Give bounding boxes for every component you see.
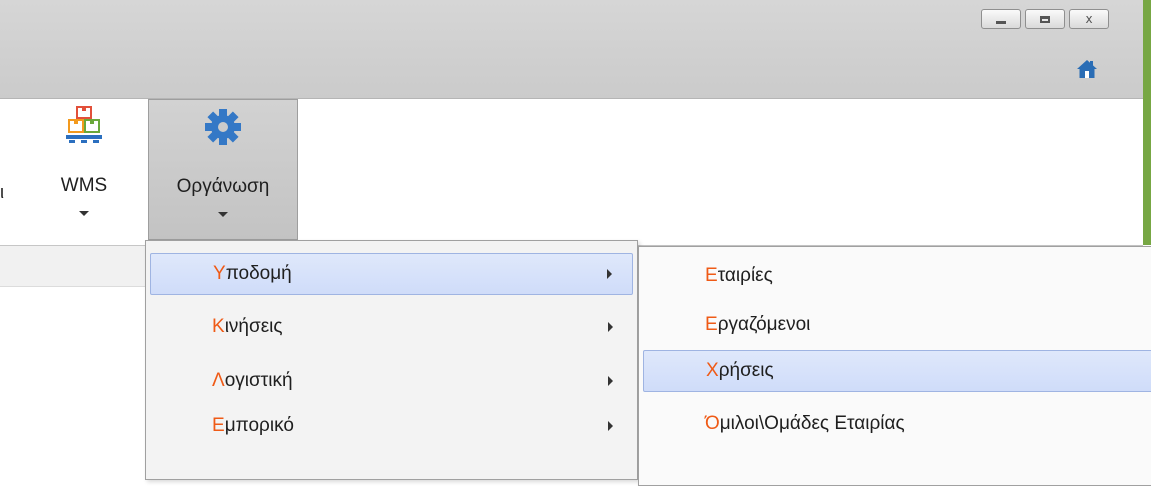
minimize-button[interactable] [981,9,1021,29]
window-edge-accent [1143,0,1151,245]
chevron-down-icon [218,212,228,217]
window-controls: x [981,9,1109,29]
menu-item-movements[interactable]: Κινήσεις [150,306,633,348]
home-icon[interactable] [1076,58,1098,80]
wms-ribbon-button[interactable]: WMS [38,99,130,240]
close-icon: x [1085,12,1093,26]
chevron-down-icon [79,211,89,216]
submenu-item-fiscal-years[interactable]: Χρήσεις [643,350,1151,392]
menu-item-infrastructure[interactable]: Υποδομή [150,253,633,295]
submenu-item-company-groups[interactable]: Όμιλοι\Ομάδες Εταιρίας [643,403,1151,445]
maximize-button[interactable] [1025,9,1065,29]
chevron-right-icon [608,421,613,431]
ribbon: ι WMS Οργάνωση [0,99,1143,246]
organisation-label: Οργάνωση [176,176,270,197]
organisation-ribbon-button[interactable]: Οργάνωση [148,99,298,240]
chevron-right-icon [607,269,612,279]
submenu-item-companies[interactable]: Εταιρίες [643,255,1151,297]
menu-item-accounting[interactable]: Λογιστική [150,360,633,402]
submenu-item-label: Όμιλοι\Ομάδες Εταιρίας [705,413,905,434]
warehouse-boxes-icon [66,106,102,143]
menu-item-commercial[interactable]: Εμπορικό [150,405,633,447]
submenu-item-label: Εργαζόμενοι [705,314,811,335]
organisation-menu: Υποδομή Κινήσεις Λογιστική Εμπορικό [145,240,638,480]
ribbon-partial-label: ι [0,182,4,202]
menu-item-label: Λογιστική [212,370,293,391]
infrastructure-submenu: Εταιρίες Εργαζόμενοι Χρήσεις Όμιλοι\Ομάδ… [638,246,1151,486]
chevron-right-icon [608,322,613,332]
title-bar: x [0,0,1143,99]
submenu-item-label: Χρήσεις [706,360,774,381]
minimize-icon [996,20,1006,24]
submenu-item-employees[interactable]: Εργαζόμενοι [643,304,1151,346]
menu-item-label: Εμπορικό [212,415,294,436]
gear-icon [205,109,241,145]
menu-item-label: Κινήσεις [212,316,283,337]
close-button[interactable]: x [1069,9,1109,29]
submenu-item-label: Εταιρίες [705,265,773,286]
maximize-icon [1040,15,1050,23]
chevron-right-icon [608,376,613,386]
menu-item-label: Υποδομή [213,263,292,284]
wms-label: WMS [60,175,108,196]
